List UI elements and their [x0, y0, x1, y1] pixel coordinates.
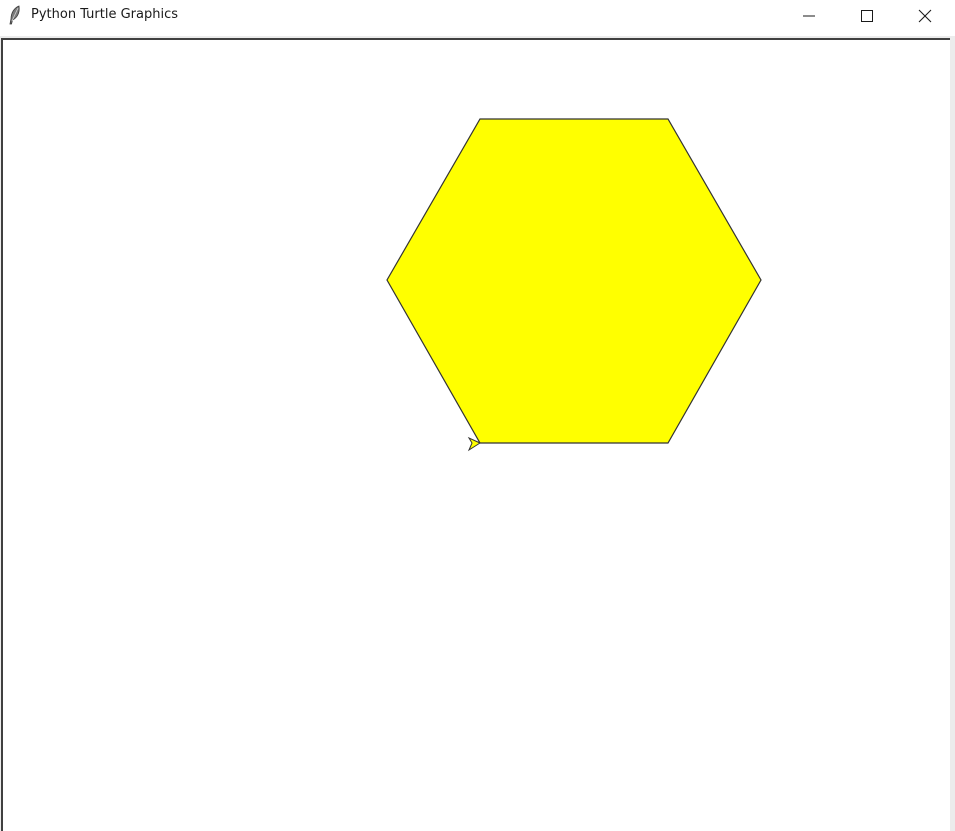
turtle-graphics-window: Python Turtle Graphics	[0, 0, 955, 831]
turtle-canvas[interactable]	[3, 40, 950, 831]
close-button[interactable]	[896, 0, 954, 31]
feather-icon	[8, 5, 22, 25]
close-icon	[918, 9, 932, 23]
minimize-icon	[803, 15, 815, 17]
window-title: Python Turtle Graphics	[31, 7, 178, 22]
maximize-icon	[861, 10, 873, 22]
canvas-frame	[0, 36, 955, 831]
canvas-border	[1, 38, 950, 831]
minimize-button[interactable]	[780, 0, 838, 31]
hexagon-shape	[386, 118, 762, 444]
maximize-button[interactable]	[838, 0, 896, 31]
title-bar[interactable]: Python Turtle Graphics	[0, 0, 955, 31]
